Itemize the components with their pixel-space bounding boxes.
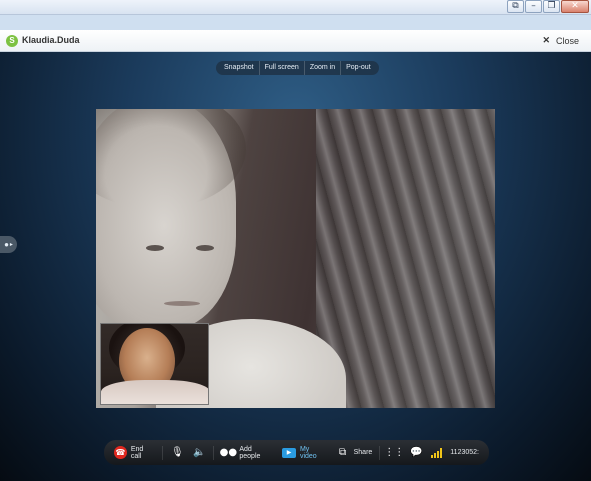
contact-name: Klaudia.Duda: [22, 35, 80, 45]
remote-eye-right: [196, 245, 214, 251]
add-people-label: Add people: [239, 445, 261, 460]
end-call-label: End call: [130, 445, 144, 460]
speaker-button[interactable]: 🔈: [188, 440, 210, 465]
my-video-button[interactable]: ▶ My video: [278, 440, 331, 465]
restore-small-button[interactable]: ⧉: [507, 0, 524, 13]
add-people-icon: ●●: [219, 447, 238, 458]
toolbar-divider: [379, 445, 381, 460]
toolbar-divider: [213, 445, 215, 460]
remote-eye-left: [146, 245, 164, 251]
call-timer-text: 1123052:: [450, 449, 479, 456]
video-call-stage: Snapshot Full screen Zoom in Pop-out ● ▸ …: [0, 52, 591, 481]
snapshot-button[interactable]: Snapshot: [219, 61, 260, 75]
end-call-button[interactable]: ☎ End call: [110, 440, 159, 465]
full-screen-button[interactable]: Full screen: [260, 61, 305, 75]
window-close-button[interactable]: ✕: [561, 0, 589, 13]
call-toolbar: ☎ End call 🎙 🔈 ●● Add people ▶ My video …: [104, 440, 489, 465]
call-header: S Klaudia.Duda ✕ Close: [0, 30, 591, 52]
chat-bubble-icon: 💬: [410, 447, 423, 458]
participants-tab[interactable]: ● ▸: [0, 236, 17, 253]
chat-button[interactable]: 💬: [405, 440, 427, 465]
pop-out-button[interactable]: Pop-out: [341, 61, 376, 75]
phone-hangup-icon: ☎: [114, 446, 127, 459]
close-icon: ✕: [542, 35, 550, 45]
mute-microphone-button[interactable]: 🎙: [166, 440, 188, 465]
toolbar-divider: [162, 445, 164, 460]
maximize-button[interactable]: ❐: [543, 0, 560, 13]
share-label: Share: [353, 449, 373, 456]
video-camera-icon: ▶: [282, 447, 296, 458]
my-video-label: My video: [299, 445, 317, 460]
window-title-bar: ⧉ – ❐ ✕: [0, 0, 591, 15]
close-call-view-button[interactable]: ✕ Close: [542, 35, 579, 46]
share-button[interactable]: ⧉ Share: [332, 440, 377, 465]
share-screen-icon: ⧉: [339, 447, 347, 458]
add-people-button[interactable]: ●● Add people: [217, 440, 278, 465]
zoom-in-button[interactable]: Zoom in: [305, 61, 342, 75]
dialpad-icon: ⋮⋮: [384, 447, 405, 458]
self-video-preview[interactable]: [100, 323, 209, 405]
video-top-controls: Snapshot Full screen Zoom in Pop-out: [216, 61, 379, 75]
close-label: Close: [555, 35, 579, 46]
signal-strength-icon: [431, 447, 443, 458]
self-arm: [101, 380, 208, 404]
dialpad-button[interactable]: ⋮⋮: [383, 440, 405, 465]
speaker-icon: 🔈: [193, 447, 206, 458]
call-quality-indicator[interactable]: [427, 440, 446, 465]
remote-mouth: [164, 301, 200, 306]
microphone-muted-icon: 🎙: [171, 447, 184, 458]
window-controls: ⧉ – ❐ ✕: [507, 0, 589, 13]
minimize-button[interactable]: –: [525, 0, 542, 13]
skype-icon: S: [6, 35, 18, 47]
person-icon: ●: [4, 240, 9, 249]
call-timer: 1123052:: [446, 440, 483, 465]
